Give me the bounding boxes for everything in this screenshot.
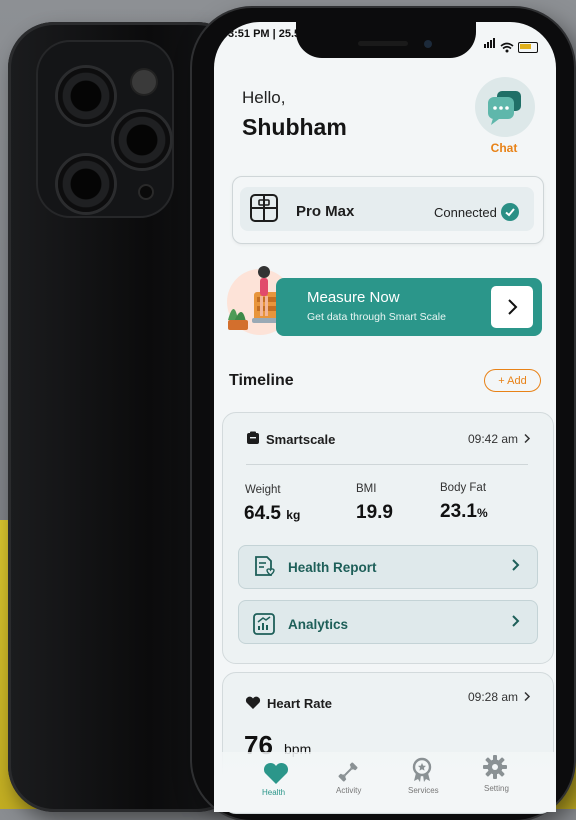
camera-lens <box>58 68 114 124</box>
greeting-text: Hello, <box>242 88 286 107</box>
bmi-label: BMI <box>356 483 377 495</box>
weight-number: 64.5 <box>244 503 281 524</box>
wifi-icon <box>500 42 514 53</box>
body-fat-unit: % <box>476 506 488 520</box>
clipboard-icon <box>247 431 259 444</box>
status-icons <box>484 35 538 53</box>
earpiece <box>358 41 408 46</box>
heart-rate-title: Heart Rate <box>267 696 333 711</box>
tab-activity-label: Activity <box>336 786 362 795</box>
chat-button[interactable] <box>475 77 535 137</box>
weight-value: 64.5 kg <box>244 503 300 525</box>
chevron-right-icon <box>508 299 518 315</box>
smartscale-time: 09:42 am <box>468 432 519 446</box>
badge-icon <box>412 757 432 782</box>
check-icon <box>501 203 519 221</box>
notch <box>296 14 476 58</box>
weight-unit: kg <box>286 508 301 522</box>
tab-health[interactable]: Health <box>262 762 290 802</box>
camera-lens <box>114 112 170 168</box>
bmi-value: 19.9 <box>356 502 393 523</box>
tab-services[interactable]: Services <box>408 756 448 800</box>
tab-setting[interactable]: Setting <box>482 754 518 800</box>
tab-services-label: Services <box>408 786 439 795</box>
device-name: Pro Max <box>296 203 355 220</box>
chevron-right-icon <box>512 615 520 627</box>
body-fat-value: 23.1% <box>440 501 488 523</box>
chevron-right-icon[interactable] <box>523 433 531 444</box>
health-report-label: Health Report <box>288 560 377 575</box>
signal-icon <box>484 35 496 53</box>
body-fat-number: 23.1 <box>440 501 477 522</box>
user-name: Shubham <box>242 114 347 140</box>
gear-icon <box>483 755 507 779</box>
measure-subtitle: Get data through Smart Scale <box>307 311 446 323</box>
chat-label[interactable]: Chat <box>484 141 524 155</box>
add-button[interactable]: + Add <box>484 369 541 392</box>
camera-flash <box>132 70 156 94</box>
analytics-label: Analytics <box>288 617 349 632</box>
health-report-icon <box>255 556 275 576</box>
measure-arrow-button[interactable] <box>491 286 533 328</box>
camera-mic <box>140 186 152 198</box>
weight-label: Weight <box>245 484 281 496</box>
divider <box>246 464 528 465</box>
chat-icon <box>488 91 521 125</box>
heart-rate-time: 09:28 am <box>468 690 519 704</box>
tab-activity[interactable]: Activity <box>336 760 370 800</box>
smartscale-title: Smartscale <box>266 432 336 447</box>
body-fat-label: Body Fat <box>440 482 487 494</box>
scale-device-icon <box>250 194 278 222</box>
tab-setting-label: Setting <box>484 784 509 793</box>
heart-icon <box>263 762 289 784</box>
tab-health-label: Health <box>262 788 286 797</box>
dumbbell-icon <box>338 762 358 782</box>
battery-icon <box>518 42 538 53</box>
health-report-button[interactable] <box>238 545 538 589</box>
analytics-button[interactable] <box>238 600 538 644</box>
heart-icon <box>245 696 261 709</box>
front-camera <box>424 40 432 48</box>
camera-lens <box>58 156 114 212</box>
chevron-right-icon <box>512 559 520 571</box>
status-time: 3:51 PM | 25.5 <box>228 28 301 40</box>
analytics-icon <box>253 613 275 635</box>
timeline-title: Timeline <box>229 372 294 389</box>
measure-title: Measure Now <box>307 289 400 306</box>
connection-status: Connected <box>434 205 497 220</box>
chevron-right-icon[interactable] <box>523 691 531 702</box>
camera-module <box>36 40 174 218</box>
